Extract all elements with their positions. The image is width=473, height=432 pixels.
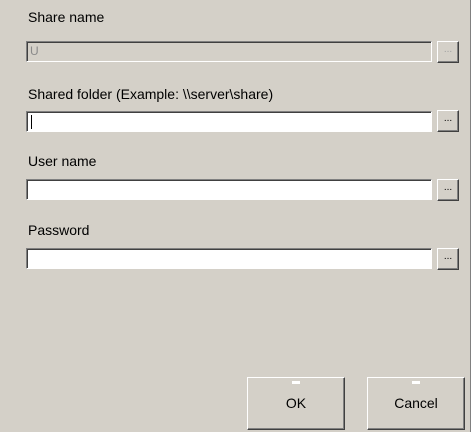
user-name-browse-button[interactable]: ... [437, 179, 459, 201]
share-name-label: Share name [28, 9, 105, 25]
cancel-button-label: Cancel [394, 395, 438, 411]
button-highlight [412, 381, 420, 384]
shared-folder-field[interactable] [26, 111, 432, 132]
shared-folder-browse-button[interactable]: ... [437, 110, 459, 132]
user-name-label: User name [28, 153, 97, 169]
text-caret [31, 114, 32, 129]
share-name-browse-button: ... [437, 41, 459, 63]
password-label: Password [28, 222, 90, 238]
ok-button-label: OK [285, 395, 307, 411]
user-name-field[interactable] [26, 179, 432, 200]
button-highlight [292, 381, 300, 384]
share-name-field: U [26, 41, 432, 62]
ok-button[interactable]: OK [247, 377, 345, 430]
network-share-dialog: Share name U ... Shared folder (Example:… [0, 0, 473, 432]
shared-folder-label: Shared folder (Example: \\server\share) [28, 86, 274, 102]
password-browse-button[interactable]: ... [437, 248, 459, 270]
cancel-button[interactable]: Cancel [367, 377, 465, 430]
password-field[interactable] [26, 248, 432, 269]
